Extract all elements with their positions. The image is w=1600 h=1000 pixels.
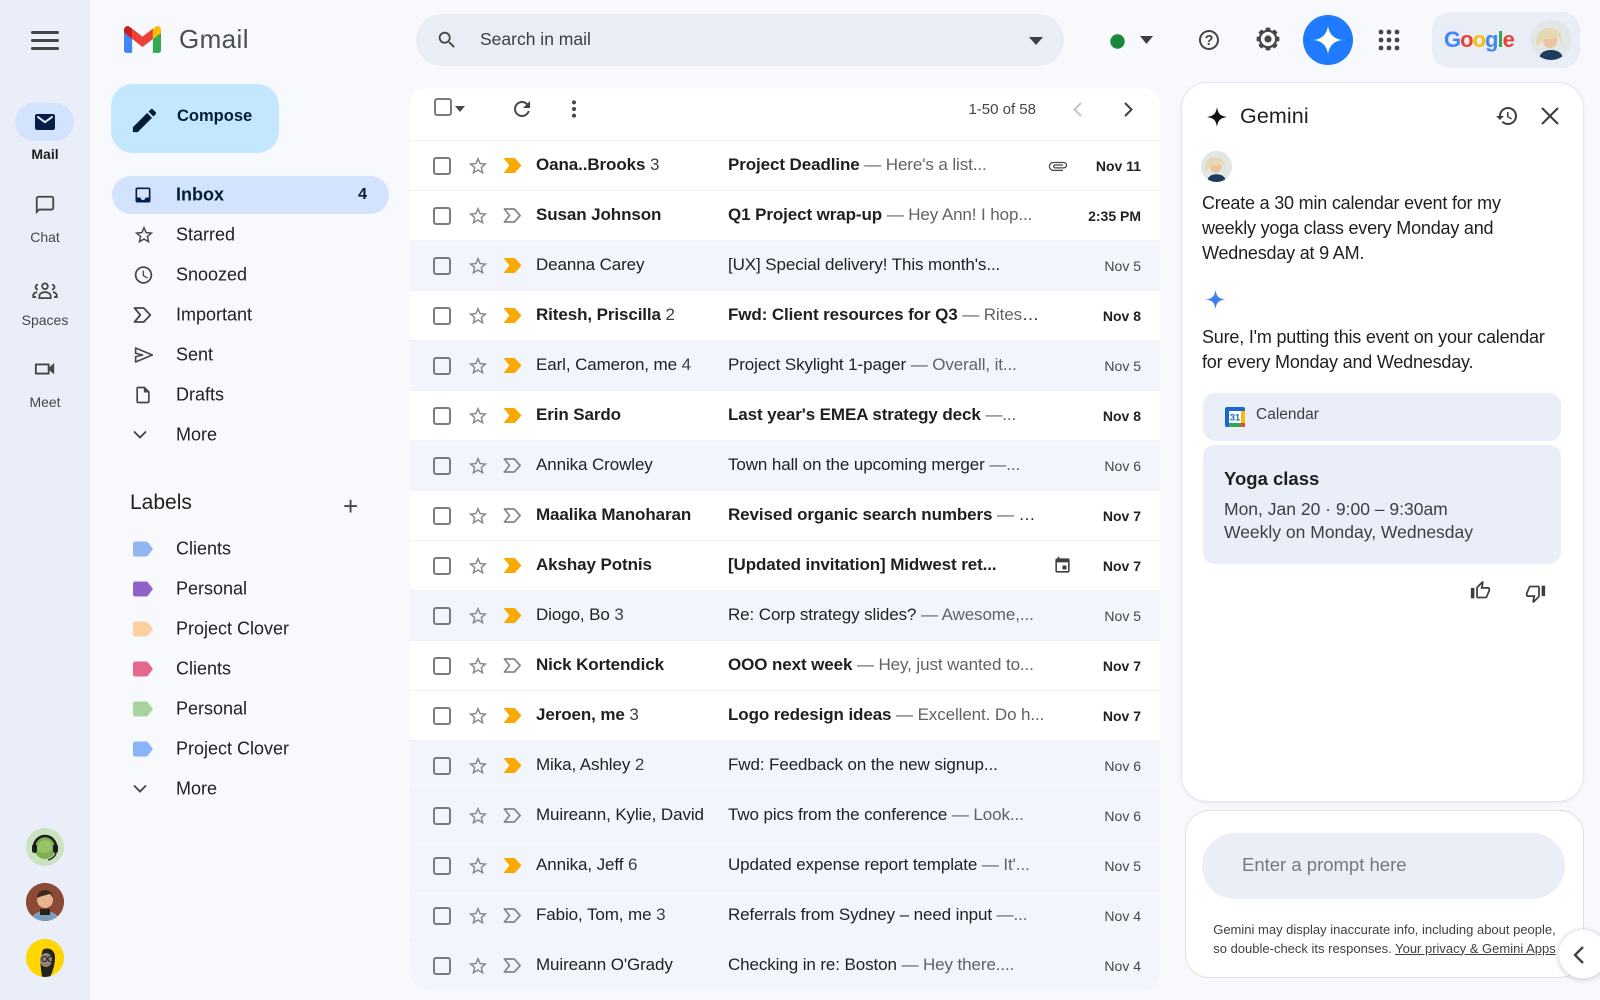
svg-text:31: 31 <box>1230 413 1241 424</box>
svg-text:?: ? <box>1205 33 1214 49</box>
